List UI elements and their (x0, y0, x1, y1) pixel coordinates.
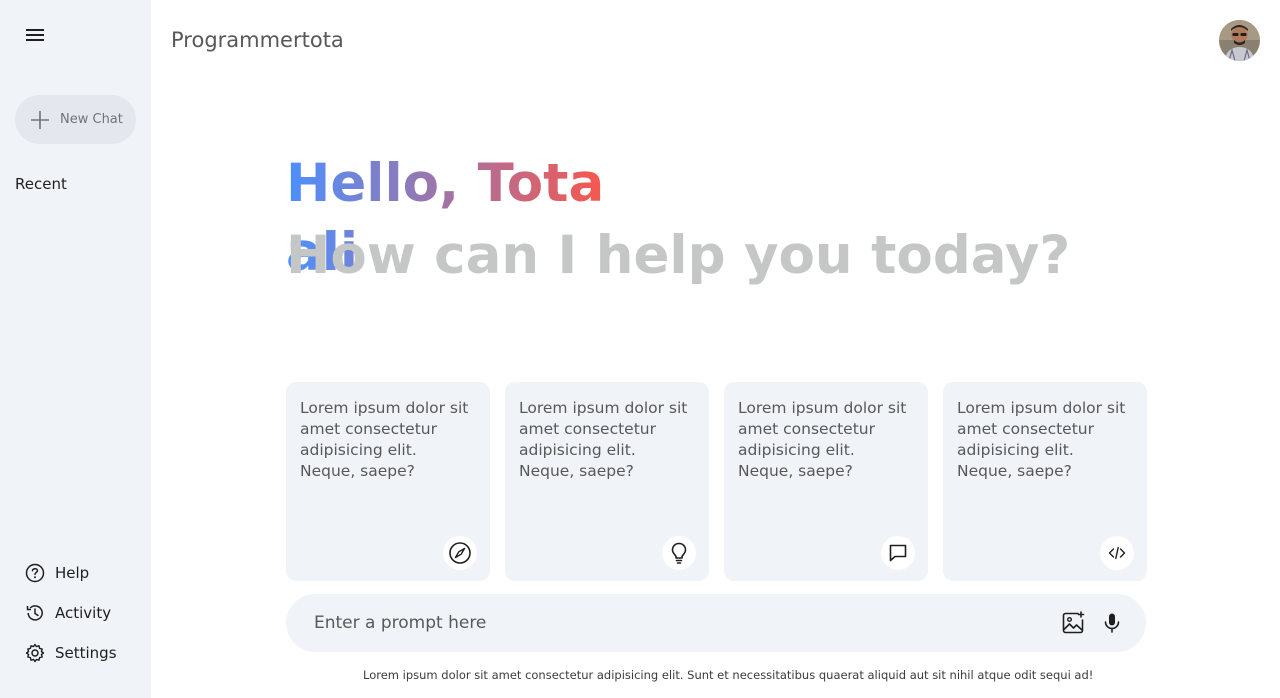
suggestion-card-text: Lorem ipsum dolor sit amet consectetur a… (738, 399, 907, 480)
sidebar-item-label: Settings (55, 644, 117, 662)
plus-icon (28, 108, 52, 132)
image-upload-icon[interactable] (1059, 609, 1087, 637)
prompt-input[interactable] (314, 613, 1048, 633)
sidebar-item-help[interactable]: Help (25, 562, 117, 584)
suggestion-card-text: Lorem ipsum dolor sit amet consectetur a… (300, 399, 469, 480)
microphone-icon[interactable] (1098, 609, 1126, 637)
app-title: Programmertota (171, 28, 344, 52)
sidebar-item-label: Activity (55, 604, 112, 622)
disclaimer-text: Lorem ipsum dolor sit amet consectetur a… (363, 668, 1094, 682)
suggestion-cards: Lorem ipsum dolor sit amet consectetur a… (286, 382, 1147, 581)
hamburger-menu-icon[interactable] (22, 22, 48, 48)
avatar[interactable] (1219, 20, 1260, 61)
sidebar-item-settings[interactable]: Settings (25, 642, 117, 664)
new-chat-button[interactable]: New Chat (15, 95, 136, 144)
lightbulb-icon (662, 536, 696, 570)
prompt-bar (286, 594, 1146, 652)
sidebar-bottom-menu: Help Activity Settings (25, 562, 117, 682)
suggestion-card[interactable]: Lorem ipsum dolor sit amet consectetur a… (505, 382, 709, 581)
new-chat-label: New Chat (60, 112, 123, 127)
message-icon (881, 536, 915, 570)
suggestion-card[interactable]: Lorem ipsum dolor sit amet consectetur a… (286, 382, 490, 581)
suggestion-card-text: Lorem ipsum dolor sit amet consectetur a… (519, 399, 688, 480)
compass-icon (443, 536, 477, 570)
suggestion-card[interactable]: Lorem ipsum dolor sit amet consectetur a… (724, 382, 928, 581)
suggestion-card[interactable]: Lorem ipsum dolor sit amet consectetur a… (943, 382, 1147, 581)
sidebar-item-activity[interactable]: Activity (25, 602, 117, 624)
suggestion-card-text: Lorem ipsum dolor sit amet consectetur a… (957, 399, 1126, 480)
sidebar-item-label: Help (55, 564, 90, 582)
help-circle-icon (25, 563, 45, 583)
history-icon (25, 603, 45, 623)
code-icon (1100, 536, 1134, 570)
recent-heading: Recent (15, 175, 67, 193)
greeting-subtitle: How can I help you today? (286, 225, 1071, 286)
sidebar: New Chat Recent Help Activity Settings (0, 0, 151, 698)
gear-icon (25, 643, 45, 663)
